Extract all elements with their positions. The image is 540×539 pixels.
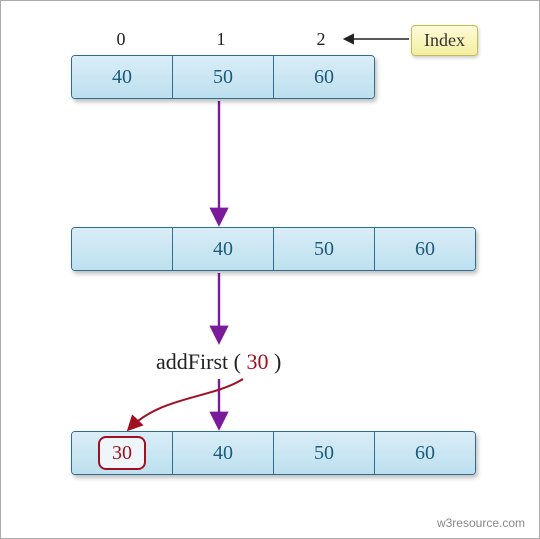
method-call-label: addFirst ( 30 ) (156, 349, 281, 375)
array-before: 40 50 60 (71, 55, 375, 99)
array3-new-cell: 30 (72, 432, 173, 474)
array3-cell-0: 40 (173, 432, 274, 474)
array2-empty-cell (72, 228, 173, 270)
new-value-chip: 30 (98, 436, 146, 470)
arrow-new-value (129, 379, 243, 429)
diagram-canvas: 0 1 2 Index 40 50 60 (0, 0, 540, 539)
array3-cell-1: 50 (274, 432, 375, 474)
paren-close: ) (268, 349, 281, 374)
array3-cell-2: 60 (375, 432, 475, 474)
method-name: addFirst (156, 349, 228, 374)
index-0: 0 (111, 29, 131, 50)
index-1: 1 (211, 29, 231, 50)
paren-open: ( (228, 349, 246, 374)
array2-cell-1: 50 (274, 228, 375, 270)
array-shifted: 40 50 60 (71, 227, 476, 271)
method-arg: 30 (246, 349, 268, 374)
array2-cell-0: 40 (173, 228, 274, 270)
array1-cell-0: 40 (72, 56, 173, 98)
array-after: 30 40 50 60 (71, 431, 476, 475)
index-badge: Index (411, 25, 478, 56)
index-2: 2 (311, 29, 331, 50)
array2-cell-2: 60 (375, 228, 475, 270)
array1-cell-2: 60 (274, 56, 374, 98)
attribution: w3resource.com (437, 516, 525, 530)
array1-cell-1: 50 (173, 56, 274, 98)
